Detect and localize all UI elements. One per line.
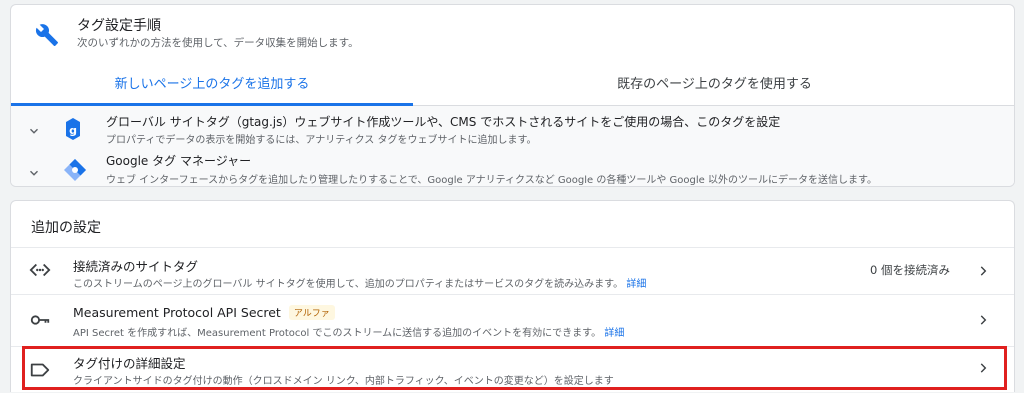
option-subtitle: プロパティでデータの表示を開始するには、アナリティクス タグをウェブサイトに追加… — [106, 135, 537, 146]
key-icon — [30, 315, 50, 325]
option-global-site-tag[interactable]: g グローバル サイトタグ（gtag.js）ウェブサイト作成ツールや、CMS で… — [11, 106, 1014, 146]
tab-use-existing-page-tag[interactable]: 既存のページ上のタグを使用する — [413, 71, 1014, 107]
option-title: グローバル サイトタグ（gtag.js）ウェブサイト作成ツールや、CMS でホス… — [106, 115, 781, 129]
tag-manager-icon — [64, 159, 86, 181]
chevron-down-icon[interactable] — [27, 166, 41, 180]
setup-title: タグ設定手順 — [77, 18, 161, 34]
option-google-tag-manager[interactable]: Google タグ マネージャー ウェブ インターフェースからタグを追加したり管… — [11, 148, 1014, 186]
chevron-down-icon[interactable] — [27, 124, 41, 138]
option-subtitle: ウェブ インターフェースからタグを追加したり管理したりすることで、Google … — [106, 175, 877, 186]
connected-count: 0 個を接続済み — [870, 263, 950, 277]
learn-more-link[interactable]: 詳細 — [626, 279, 646, 290]
row-title: Measurement Protocol API Secret アルファ — [73, 305, 335, 320]
row-subtitle: API Secret を作成すれば、Measurement Protocol で… — [73, 324, 624, 339]
highlight-box — [22, 346, 1007, 390]
chevron-right-icon[interactable] — [976, 264, 990, 278]
row-subtitle-text: API Secret を作成すれば、Measurement Protocol で… — [73, 328, 602, 339]
connected-site-tags-row[interactable]: 接続済みのサイトタグ このストリームのページ上のグローバル サイトタグを使用して… — [11, 248, 1014, 293]
learn-more-link[interactable]: 詳細 — [604, 328, 624, 339]
option-title: Google タグ マネージャー — [106, 154, 252, 168]
measurement-protocol-row[interactable]: Measurement Protocol API Secret アルファ API … — [11, 295, 1014, 345]
chevron-right-icon[interactable] — [976, 313, 990, 327]
code-icon — [29, 263, 51, 277]
row-subtitle-text: このストリームのページ上のグローバル サイトタグを使用して、追加のプロパティまた… — [73, 279, 624, 290]
section-title: 追加の設定 — [31, 220, 101, 236]
setup-subtitle: 次のいずれかの方法を使用して、データ収集を開始します。 — [77, 37, 359, 49]
setup-options-list: g グローバル サイトタグ（gtag.js）ウェブサイト作成ツールや、CMS で… — [11, 106, 1014, 186]
tab-add-new-page-tag[interactable]: 新しいページ上のタグを追加する — [11, 71, 413, 107]
wrench-icon — [35, 24, 58, 46]
row-title-text: Measurement Protocol API Secret — [73, 305, 281, 320]
tag-setup-card: タグ設定手順 次のいずれかの方法を使用して、データ収集を開始します。 新しいペー… — [10, 4, 1015, 187]
svg-text:g: g — [69, 124, 77, 137]
alpha-badge: アルファ — [288, 305, 335, 320]
row-subtitle: このストリームのページ上のグローバル サイトタグを使用して、追加のプロパティまた… — [73, 275, 646, 290]
row-title: 接続済みのサイトタグ — [73, 259, 199, 274]
gtag-icon: g — [66, 118, 80, 140]
